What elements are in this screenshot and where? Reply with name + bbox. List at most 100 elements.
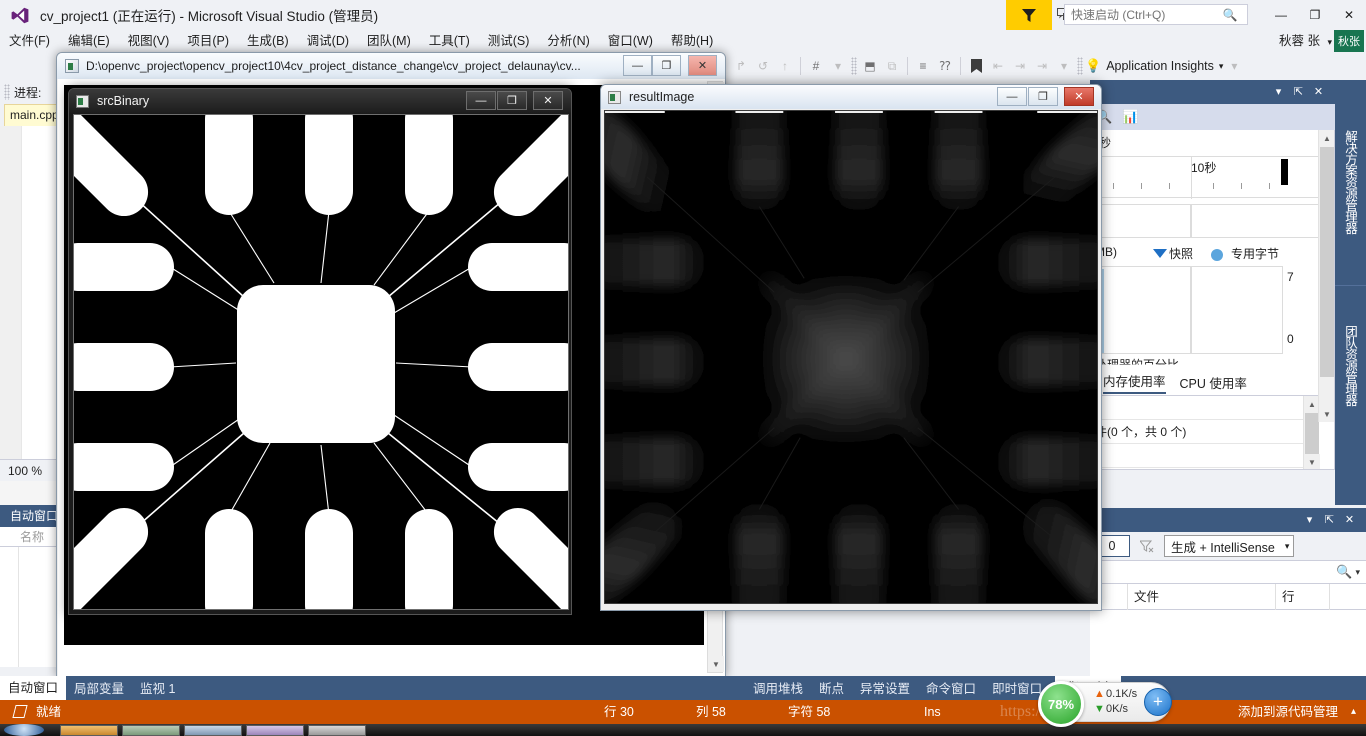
result-maximize-button[interactable]: ❐ (1028, 87, 1058, 106)
list-item[interactable]: 照 (1091, 468, 1319, 469)
bar-chart-icon[interactable]: 📊 (1122, 109, 1138, 125)
avatar[interactable]: 秋张 (1334, 30, 1364, 52)
scroll-down-arrow-icon[interactable]: ▼ (708, 656, 724, 672)
bookmark-icon[interactable] (965, 55, 987, 77)
console-close-button[interactable]: ✕ (688, 55, 717, 76)
menu-item-team[interactable]: 团队(M) (358, 30, 420, 52)
console-minimize-button[interactable]: — (623, 55, 652, 76)
result-minimize-button[interactable]: — (997, 87, 1027, 106)
copy-icon[interactable]: ⧉ (881, 55, 903, 77)
next-bookmark-icon[interactable]: ⇥ (1009, 55, 1031, 77)
close-icon[interactable]: ✕ (1310, 83, 1327, 100)
start-orb-icon[interactable] (4, 724, 44, 736)
scrollbar-thumb[interactable] (1320, 147, 1334, 377)
taskbar-app[interactable] (246, 725, 304, 736)
error-list-rows[interactable] (1090, 610, 1366, 678)
menu-item-build[interactable]: 生成(B) (238, 30, 298, 52)
comment-icon[interactable]: ⁇ (934, 55, 956, 77)
tab-call-stack[interactable]: 调用堆栈 (745, 678, 811, 700)
taskbar-app[interactable] (308, 725, 366, 736)
status-caret-up-icon[interactable]: ▴ (1351, 700, 1356, 724)
close-icon[interactable]: ✕ (1341, 511, 1358, 528)
toolbar-grip[interactable] (851, 57, 857, 75)
add-button[interactable]: + (1144, 688, 1172, 716)
result-close-button[interactable]: ✕ (1064, 87, 1094, 106)
list-item[interactable]: 件(0 个，共 0 个) (1091, 420, 1319, 444)
menu-item-analyze[interactable]: 分析(N) (538, 30, 598, 52)
scroll-down-arrow-icon[interactable]: ▼ (1319, 406, 1334, 422)
step-out-icon[interactable]: ↱ (730, 55, 752, 77)
menu-item-test[interactable]: 测试(S) (479, 30, 539, 52)
src-binary-title-bar[interactable]: srcBinary — ❐ ✕ (69, 89, 571, 113)
clear-filter-icon[interactable] (1136, 535, 1158, 557)
src-close-button[interactable]: ✕ (533, 91, 563, 110)
pin-icon[interactable]: ⇱ (1290, 83, 1307, 100)
tab-exception-settings[interactable]: 异常设置 (852, 678, 918, 700)
network-speed-widget[interactable]: 78% ▲ 0.1K/s ▼ 0K/s + (1038, 681, 1172, 727)
list-item[interactable] (1091, 444, 1319, 468)
tab-watch-1[interactable]: 监视 1 (132, 678, 183, 700)
menu-item-project[interactable]: 项目(P) (178, 30, 238, 52)
sidebar-item-team-explorer[interactable]: 团队资源管理器 (1335, 285, 1366, 445)
toolbar-grip-2[interactable] (1077, 57, 1083, 75)
account-name[interactable]: 秋蓉 张 (1279, 31, 1320, 51)
menu-item-debug[interactable]: 调试(D) (298, 30, 358, 52)
application-insights-button[interactable]: 💡 Application Insights ▾ (1085, 58, 1223, 74)
chevron-down-icon[interactable]: ▾ (1301, 511, 1318, 528)
error-scope-select[interactable]: 生成 + IntelliSense ▾ (1164, 535, 1295, 557)
scroll-down-arrow-icon[interactable]: ▼ (1304, 454, 1320, 469)
menu-item-file[interactable]: 文件(F) (0, 30, 59, 52)
minimize-button[interactable]: — (1264, 0, 1298, 29)
chevron-down-icon[interactable]: ▾ (1327, 31, 1332, 53)
breakpoint-margin[interactable] (0, 126, 22, 459)
error-col-line[interactable]: 行 (1276, 584, 1330, 610)
menu-item-view[interactable]: 视图(V) (119, 30, 179, 52)
src-binary-window[interactable]: srcBinary — ❐ ✕ (68, 88, 572, 615)
console-maximize-button[interactable]: ❐ (652, 55, 681, 76)
src-maximize-button[interactable]: ❐ (497, 91, 527, 110)
diagnostics-scrollbar[interactable]: ▲ ▼ (1318, 130, 1334, 422)
console-title-bar[interactable]: D:\openvc_project\opencv_project10\4cv_p… (57, 53, 725, 79)
detail-list-scrollbar[interactable]: ▲ ▼ (1303, 396, 1320, 469)
error-col-file[interactable]: 文件 (1128, 584, 1276, 610)
taskbar-app[interactable] (60, 725, 118, 736)
timeline-cursor[interactable] (1281, 159, 1288, 185)
src-minimize-button[interactable]: — (466, 91, 496, 110)
quick-launch-input[interactable] (1065, 5, 1220, 24)
tab-cpu-usage[interactable]: CPU 使用率 (1180, 373, 1247, 392)
scrollbar-thumb[interactable] (1305, 413, 1319, 457)
menu-item-help[interactable]: 帮助(H) (662, 30, 722, 52)
taskbar-app[interactable] (184, 725, 242, 736)
menu-item-window[interactable]: 窗口(W) (599, 30, 662, 52)
hex-icon[interactable]: # (805, 55, 827, 77)
scroll-up-arrow-icon[interactable]: ▲ (1319, 130, 1334, 146)
tab-memory-usage[interactable]: 内存使用率 (1103, 371, 1166, 394)
result-image-title-bar[interactable]: resultImage — ❐ ✕ (601, 85, 1101, 109)
error-list-search-bar[interactable]: 🔍 ▾ (1090, 560, 1366, 584)
close-button[interactable]: ✕ (1332, 0, 1366, 29)
diag-timeline[interactable]: 10秒 (1091, 156, 1319, 199)
tab-command-window[interactable]: 命令窗口 (918, 678, 984, 700)
menu-item-edit[interactable]: 编辑(E) (59, 30, 119, 52)
taskbar-app[interactable] (122, 725, 180, 736)
tab-autos[interactable]: 自动窗口 (0, 676, 67, 700)
restart-icon[interactable]: ↺ (752, 55, 774, 77)
step-into-cursor-icon[interactable]: ⬒ (859, 55, 881, 77)
diag-detail-list[interactable]: 件(0 个，共 0 个) 照 ▲ ▼ (1091, 396, 1320, 469)
overflow-caret2-icon[interactable]: ▾ (1053, 55, 1075, 77)
chevron-down-icon[interactable]: ▾ (1270, 83, 1287, 100)
menu-item-tools[interactable]: 工具(T) (420, 30, 479, 52)
sidebar-item-solution-explorer[interactable]: 解决方案资源管理器 (1335, 84, 1366, 279)
search-icon[interactable]: 🔍 (1220, 8, 1240, 22)
list-item[interactable] (1091, 396, 1319, 420)
result-image-window[interactable]: resultImage — ❐ ✕ (600, 84, 1102, 611)
filter-icon[interactable] (1006, 0, 1052, 30)
maximize-button[interactable]: ❐ (1298, 0, 1332, 29)
status-source-control[interactable]: 添加到源代码管理 (1238, 700, 1338, 724)
prev-bookmark-icon[interactable]: ⇤ (987, 55, 1009, 77)
overflow-caret-icon[interactable]: ▾ (827, 55, 849, 77)
search-icon[interactable]: 🔍 (1336, 564, 1352, 580)
tab-locals[interactable]: 局部变量 (66, 678, 132, 700)
tab-breakpoints[interactable]: 断点 (811, 678, 852, 700)
quick-launch-box[interactable]: 🔍 (1064, 4, 1248, 25)
